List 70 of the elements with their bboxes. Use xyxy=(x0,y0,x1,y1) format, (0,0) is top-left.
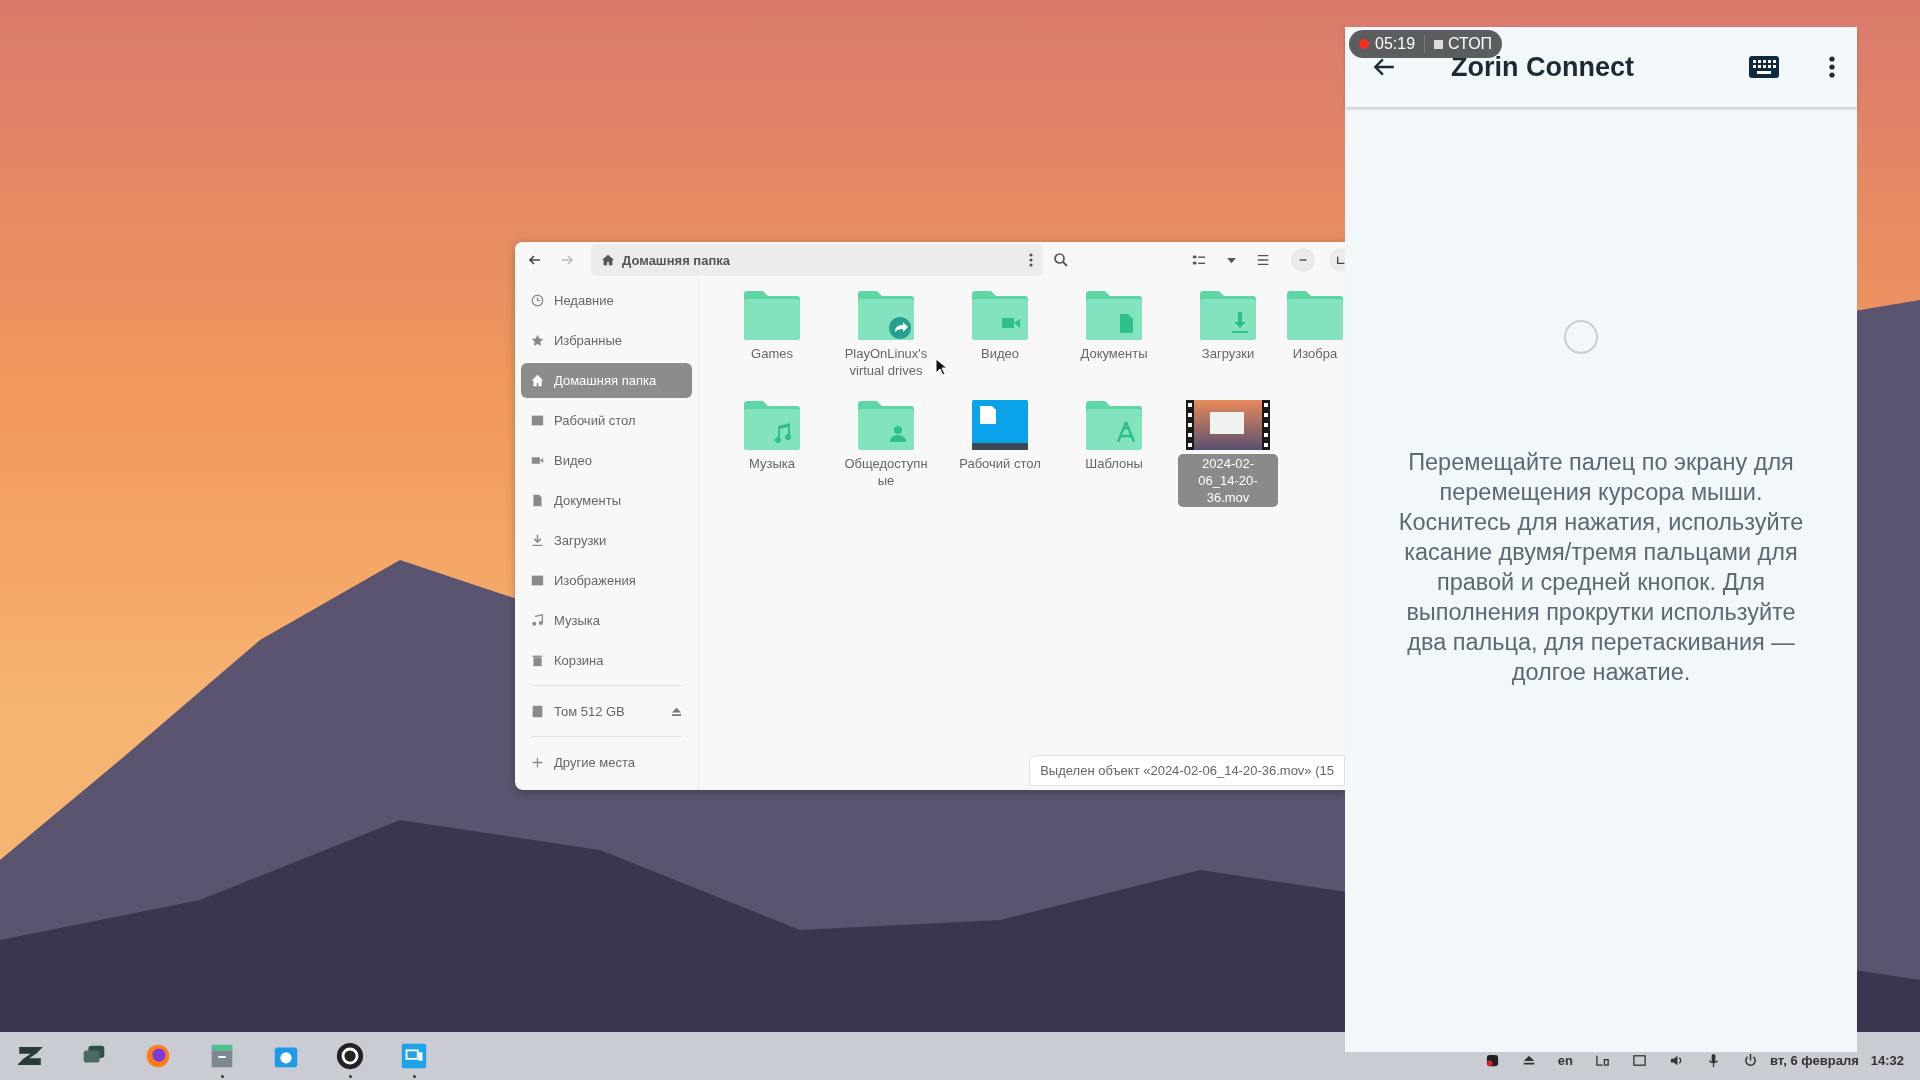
keyboard-layout[interactable]: en xyxy=(1557,1052,1574,1068)
file-item[interactable]: Изобра xyxy=(1285,288,1345,398)
plus-icon xyxy=(531,756,544,769)
mouse-pointer-icon xyxy=(935,358,947,376)
power-icon[interactable] xyxy=(1743,1052,1759,1068)
recording-time: 05:19 xyxy=(1375,35,1416,53)
music-icon xyxy=(531,614,544,627)
folder-person-icon xyxy=(858,400,914,450)
path-bar[interactable]: Домашняя папка xyxy=(591,244,1043,276)
file-item[interactable]: Рабочий стол xyxy=(943,398,1057,508)
clock-icon xyxy=(531,294,544,307)
more-icon[interactable] xyxy=(1829,56,1835,78)
sidebar-item[interactable]: Избранные xyxy=(521,323,692,358)
eject-icon[interactable] xyxy=(671,706,682,717)
list-view-icon xyxy=(1192,253,1206,267)
status-message: Выделен объект «2024-02-06_14-20-36.mov» (15 xyxy=(1029,755,1345,786)
file-item[interactable]: 2024-02-06_14-20-36.mov xyxy=(1171,398,1285,508)
folder-video-icon xyxy=(972,290,1028,340)
stop-recording-button[interactable]: СТОП xyxy=(1434,35,1493,53)
sidebar-item[interactable]: Изображения xyxy=(521,563,692,598)
search-icon xyxy=(1053,252,1069,268)
folder-icon xyxy=(1287,290,1343,340)
sidebar-item[interactable]: Корзина xyxy=(521,643,692,678)
path-label: Домашняя папка xyxy=(622,252,731,268)
file-item[interactable]: Музыка xyxy=(715,398,829,508)
file-item[interactable]: Общедоступные xyxy=(829,398,943,508)
keyboard-icon[interactable] xyxy=(1749,56,1779,78)
touchpad-instructions: Перемещайте палец по экрану для перемещения курсора мыши. Коснитесь для нажатия, используйте касание двумя/тремя пальцами для правой и средней кнопок. Для выполнения прокрутки используйте два пальца, для перетаскивания — долгое нажатие. xyxy=(1397,448,1805,687)
sidebar-item[interactable]: Рабочий стол xyxy=(521,403,692,438)
folder-icon xyxy=(744,290,800,340)
maximize-icon xyxy=(1336,255,1345,265)
sidebar-item[interactable]: Музыка xyxy=(521,603,692,638)
file-item[interactable]: Шаблоны xyxy=(1057,398,1171,508)
sidebar-item[interactable]: Том 512 GB xyxy=(521,694,692,729)
file-item[interactable]: Видео xyxy=(943,288,1057,398)
video-thumbnail-icon xyxy=(1186,400,1270,450)
drive-icon xyxy=(531,705,544,718)
app-title: Zorin Connect xyxy=(1451,51,1635,83)
sidebar-item[interactable]: Недавние xyxy=(521,283,692,318)
trash-icon xyxy=(531,654,544,667)
folder-doc-icon xyxy=(1086,290,1142,340)
doc-icon xyxy=(531,494,544,507)
sidebar-item[interactable]: Загрузки xyxy=(521,523,692,558)
home-icon xyxy=(601,253,615,267)
folder-share-icon xyxy=(858,290,914,340)
sidebar-item[interactable]: Документы xyxy=(521,483,692,518)
sidebar-item[interactable]: Домашняя папка xyxy=(521,363,692,398)
download-icon xyxy=(531,534,544,547)
file-item[interactable]: Документы xyxy=(1057,288,1171,398)
more-icon[interactable] xyxy=(1029,252,1033,268)
sidebar-item[interactable]: Видео xyxy=(521,443,692,478)
menu-icon xyxy=(1256,253,1270,267)
file-item[interactable]: Games xyxy=(715,288,829,398)
desktop-folder-icon xyxy=(972,400,1028,450)
file-item[interactable]: PlayOnLinux's virtual drives xyxy=(829,288,943,398)
folder-download-icon xyxy=(1200,290,1256,340)
video-icon xyxy=(531,454,544,467)
eject-icon[interactable] xyxy=(1521,1053,1536,1067)
tablet-icon[interactable] xyxy=(1632,1052,1648,1068)
home-icon xyxy=(531,374,544,387)
loading-spinner-icon xyxy=(1563,319,1599,355)
recording-dot-icon xyxy=(1359,39,1369,49)
notification-icon[interactable] xyxy=(1484,1052,1500,1068)
caret-icon xyxy=(1225,256,1237,264)
sidebar-item[interactable]: Другие места xyxy=(521,745,692,780)
time-label[interactable]: 14:32 xyxy=(1870,1052,1904,1068)
star-icon xyxy=(531,334,544,347)
date-label[interactable]: вт, 6 февраля xyxy=(1770,1052,1859,1068)
file-item[interactable]: Загрузки xyxy=(1171,288,1285,398)
folder-music-icon xyxy=(744,400,800,450)
